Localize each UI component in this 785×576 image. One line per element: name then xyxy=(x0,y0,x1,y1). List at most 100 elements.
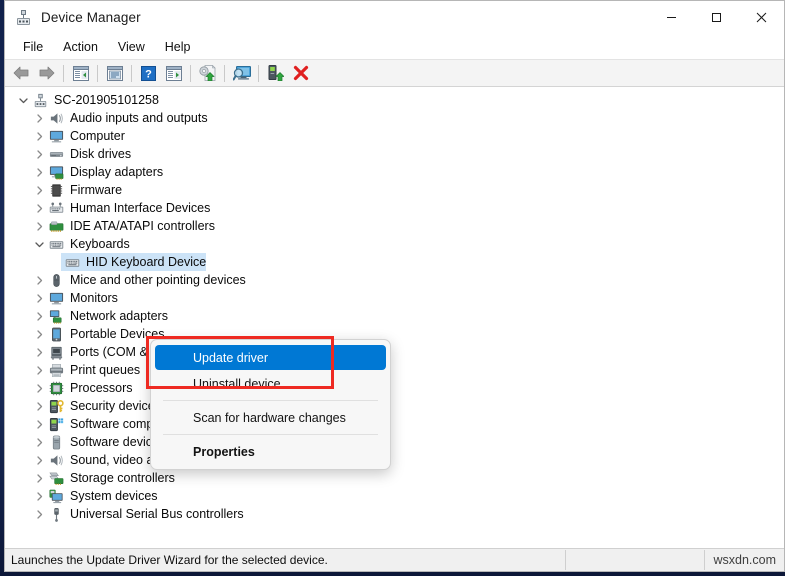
tree-item-display-adapters[interactable]: Display adapters xyxy=(5,163,784,181)
tree-item-label: Security devices xyxy=(70,399,162,413)
chevron-right-icon[interactable] xyxy=(31,308,47,324)
chevron-right-icon[interactable] xyxy=(31,398,47,414)
window-title: Device Manager xyxy=(41,10,141,25)
forward-button[interactable] xyxy=(34,62,59,84)
enable-device-icon xyxy=(268,65,284,81)
toolbar-separator xyxy=(224,64,225,82)
tree-item-label: Keyboards xyxy=(70,237,130,251)
device-manager-icon xyxy=(15,9,32,26)
tree-item-label: Mice and other pointing devices xyxy=(70,273,246,287)
context-menu-item-update-driver[interactable]: Update driver xyxy=(155,345,386,370)
chevron-right-icon[interactable] xyxy=(31,344,47,360)
tree-item-sound-video-and-game-controllers[interactable]: Sound, video and game controllers xyxy=(5,451,784,469)
tree-item-computer[interactable]: Computer xyxy=(5,127,784,145)
tree-item-portable-devices[interactable]: Portable Devices xyxy=(5,325,784,343)
minimize-button[interactable] xyxy=(649,1,694,34)
uninstall-device-icon xyxy=(293,65,308,81)
context-menu-item-scan-for-hardware-changes[interactable]: Scan for hardware changes xyxy=(155,405,386,430)
chevron-right-icon[interactable] xyxy=(31,452,47,468)
tree-item-processors[interactable]: Processors xyxy=(5,379,784,397)
chevron-right-icon[interactable] xyxy=(31,434,47,450)
chevron-right-icon[interactable] xyxy=(31,164,47,180)
menu-view[interactable]: View xyxy=(108,37,155,57)
menu-help[interactable]: Help xyxy=(155,37,201,57)
back-icon xyxy=(13,66,29,80)
show-hide-console-tree-button[interactable] xyxy=(68,62,93,84)
chevron-right-icon[interactable] xyxy=(31,380,47,396)
maximize-button[interactable] xyxy=(694,1,739,34)
firmware-icon xyxy=(47,182,65,198)
toolbar-separator xyxy=(63,64,64,82)
tree-item-storage-controllers[interactable]: Storage controllers xyxy=(5,469,784,487)
chevron-right-icon[interactable] xyxy=(31,200,47,216)
printer-icon xyxy=(47,362,65,378)
context-menu-item-uninstall-device[interactable]: Uninstall device xyxy=(155,371,386,396)
update-driver-button[interactable] xyxy=(195,62,220,84)
tree-item-human-interface-devices[interactable]: Human Interface Devices xyxy=(5,199,784,217)
chevron-right-icon[interactable] xyxy=(31,290,47,306)
status-message: Launches the Update Driver Wizard for th… xyxy=(11,553,328,567)
tree-item-firmware[interactable]: Firmware xyxy=(5,181,784,199)
tree-item-label: Firmware xyxy=(70,183,123,197)
tree-item-universal-serial-bus-controllers[interactable]: Universal Serial Bus controllers xyxy=(5,505,784,523)
enable-device-button[interactable] xyxy=(263,62,288,84)
chevron-down-icon[interactable] xyxy=(31,236,47,252)
chevron-right-icon[interactable] xyxy=(31,272,47,288)
uninstall-device-button[interactable] xyxy=(288,62,313,84)
context-menu[interactable]: Update driver Uninstall device Scan for … xyxy=(150,339,391,470)
toolbar-separator xyxy=(97,64,98,82)
tree-item-system-devices[interactable]: System devices xyxy=(5,487,784,505)
tree-item-hid-keyboard-device[interactable]: HID Keyboard Device xyxy=(5,253,784,271)
scan-for-hardware-changes-button[interactable] xyxy=(229,62,254,84)
tree-item-label: Storage controllers xyxy=(70,471,175,485)
chevron-right-icon[interactable] xyxy=(31,128,47,144)
tree-item-network-adapters[interactable]: Network adapters xyxy=(5,307,784,325)
chevron-right-icon[interactable] xyxy=(31,488,47,504)
tree-item-label: Human Interface Devices xyxy=(70,201,211,215)
device-tree[interactable]: SC-201905101258 Audio inputs and outputs… xyxy=(5,87,784,548)
context-menu-separator xyxy=(163,400,378,401)
tree-item-disk-drives[interactable]: Disk drives xyxy=(5,145,784,163)
chevron-right-icon[interactable] xyxy=(31,218,47,234)
chevron-right-icon[interactable] xyxy=(31,506,47,522)
monitor-icon xyxy=(47,128,65,144)
tree-root-item[interactable]: SC-201905101258 xyxy=(5,91,784,109)
tree-item-software-devices[interactable]: Software devices xyxy=(5,433,784,451)
tree-item-label: Disk drives xyxy=(70,147,132,161)
help-button[interactable]: ? xyxy=(136,62,161,84)
chevron-down-icon[interactable] xyxy=(15,92,31,108)
tree-item-monitors[interactable]: Monitors xyxy=(5,289,784,307)
tree-item-audio-inputs-and-outputs[interactable]: Audio inputs and outputs xyxy=(5,109,784,127)
chevron-right-icon[interactable] xyxy=(31,416,47,432)
toolbar-separator xyxy=(131,64,132,82)
chevron-right-icon[interactable] xyxy=(31,326,47,342)
back-button[interactable] xyxy=(9,62,34,84)
tree-item-ide-ata-atapi-controllers[interactable]: IDE ATA/ATAPI controllers xyxy=(5,217,784,235)
tree-item-label: Print queues xyxy=(70,363,141,377)
show-hide-console-tree-icon xyxy=(72,65,89,81)
menu-action[interactable]: Action xyxy=(53,37,108,57)
chevron-right-icon[interactable] xyxy=(31,110,47,126)
tree-item-security-devices[interactable]: Security devices xyxy=(5,397,784,415)
toolbar-separator xyxy=(190,64,191,82)
speaker-icon xyxy=(47,110,65,126)
tree-item-label: Universal Serial Bus controllers xyxy=(70,507,244,521)
chevron-right-icon[interactable] xyxy=(31,182,47,198)
tree-item-print-queues[interactable]: Print queues xyxy=(5,361,784,379)
properties-button[interactable] xyxy=(102,62,127,84)
tree-item-ports-com-lpt[interactable]: Ports (COM & LPT) xyxy=(5,343,784,361)
chevron-right-icon[interactable] xyxy=(31,146,47,162)
tree-item-keyboards[interactable]: Keyboards xyxy=(5,235,784,253)
context-menu-item-properties[interactable]: Properties xyxy=(155,439,386,464)
processor-icon xyxy=(47,380,65,396)
tree-item-software-components[interactable]: Software components xyxy=(5,415,784,433)
tree-item-mice-and-other-pointing-devices[interactable]: Mice and other pointing devices xyxy=(5,271,784,289)
chevron-right-icon[interactable] xyxy=(31,362,47,378)
tree-item-label: Processors xyxy=(70,381,133,395)
view-details-button[interactable] xyxy=(161,62,186,84)
hid-icon xyxy=(47,200,65,216)
menu-file[interactable]: File xyxy=(13,37,53,57)
close-button[interactable] xyxy=(739,1,784,34)
chevron-right-icon[interactable] xyxy=(31,470,47,486)
update-driver-icon xyxy=(198,65,216,81)
